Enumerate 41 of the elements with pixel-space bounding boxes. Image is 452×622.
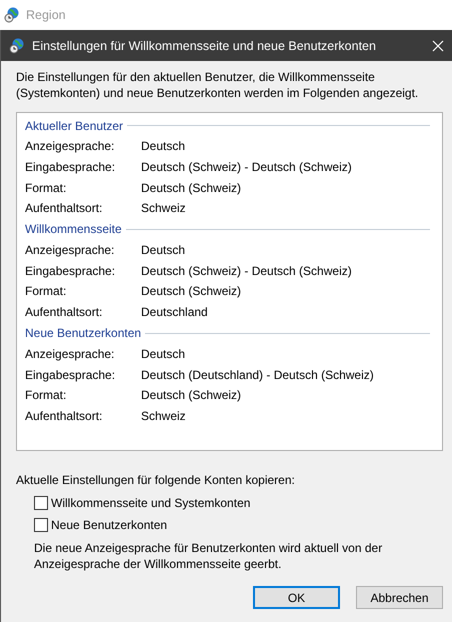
ok-button[interactable]: OK: [253, 586, 340, 609]
section-heading: Aktueller Benutzer: [25, 118, 124, 132]
setting-value: Deutsch: [141, 243, 186, 258]
checkbox-label[interactable]: Neue Benutzerkonten: [51, 518, 168, 532]
setting-label: Aufenthaltsort:: [25, 408, 104, 423]
setting-value: Deutsch: [141, 139, 186, 154]
setting-value: Deutsch (Schweiz): [141, 284, 242, 298]
setting-value: Deutsch (Schweiz): [141, 388, 242, 402]
setting-label: Format:: [25, 180, 68, 195]
setting-label: Anzeigesprache:: [25, 243, 116, 258]
setting-value: Deutsch (Schweiz) - Deutsch (Schweiz): [141, 264, 353, 278]
dialog-title: Einstellungen für Willkommensseite und neue Benutzerkonten: [32, 38, 377, 52]
setting-value: Deutsch (Deutschland) - Deutsch (Schweiz): [141, 368, 375, 382]
copy-label: Aktuelle Einstellungen für folgende Konten kopieren:: [16, 473, 296, 487]
cancel-button[interactable]: Abbrechen: [356, 586, 443, 609]
setting-value: Deutsch: [141, 346, 186, 361]
setting-label: Eingabesprache:: [25, 368, 116, 382]
setting-label: Anzeigesprache:: [25, 139, 116, 154]
window-title: Region: [26, 8, 66, 22]
section-heading: Neue Benutzerkonten: [25, 326, 142, 340]
checkbox[interactable]: [34, 496, 48, 510]
setting-label: Aufenthaltsort:: [25, 201, 104, 216]
setting-value: Schweiz: [141, 408, 187, 423]
setting-value: Deutschland: [141, 305, 209, 320]
setting-label: Anzeigesprache:: [25, 346, 116, 361]
setting-value: Deutsch (Schweiz): [141, 180, 242, 195]
setting-label: Eingabesprache:: [25, 160, 116, 174]
setting-label: Eingabesprache:: [25, 264, 116, 278]
checkbox-label[interactable]: Willkommensseite und Systemkonten: [51, 496, 250, 510]
close-icon[interactable]: [432, 40, 444, 52]
setting-value: Schweiz: [141, 201, 187, 216]
setting-value: Deutsch (Schweiz) - Deutsch (Schweiz): [141, 160, 353, 174]
setting-label: Format:: [25, 284, 68, 298]
setting-label: Format:: [25, 388, 68, 402]
checkbox[interactable]: [34, 518, 48, 532]
setting-label: Aufenthaltsort:: [25, 305, 104, 320]
globe-clock-icon: [9, 38, 25, 54]
intro-text: Die Einstellungen für den aktuellen Benutzer, die Willkommensseite (Systemkonten) und neue Benutzerkonten werden im Folgenden angezeigt.: [16, 69, 420, 101]
note-text: Die neue Anzeigesprache für Benutzerkonten wird aktuell von der Anzeigesprache der Willkommensseite geerbt.: [34, 540, 384, 572]
section-heading: Willkommensseite: [25, 222, 122, 236]
globe-clock-icon: [4, 7, 20, 23]
